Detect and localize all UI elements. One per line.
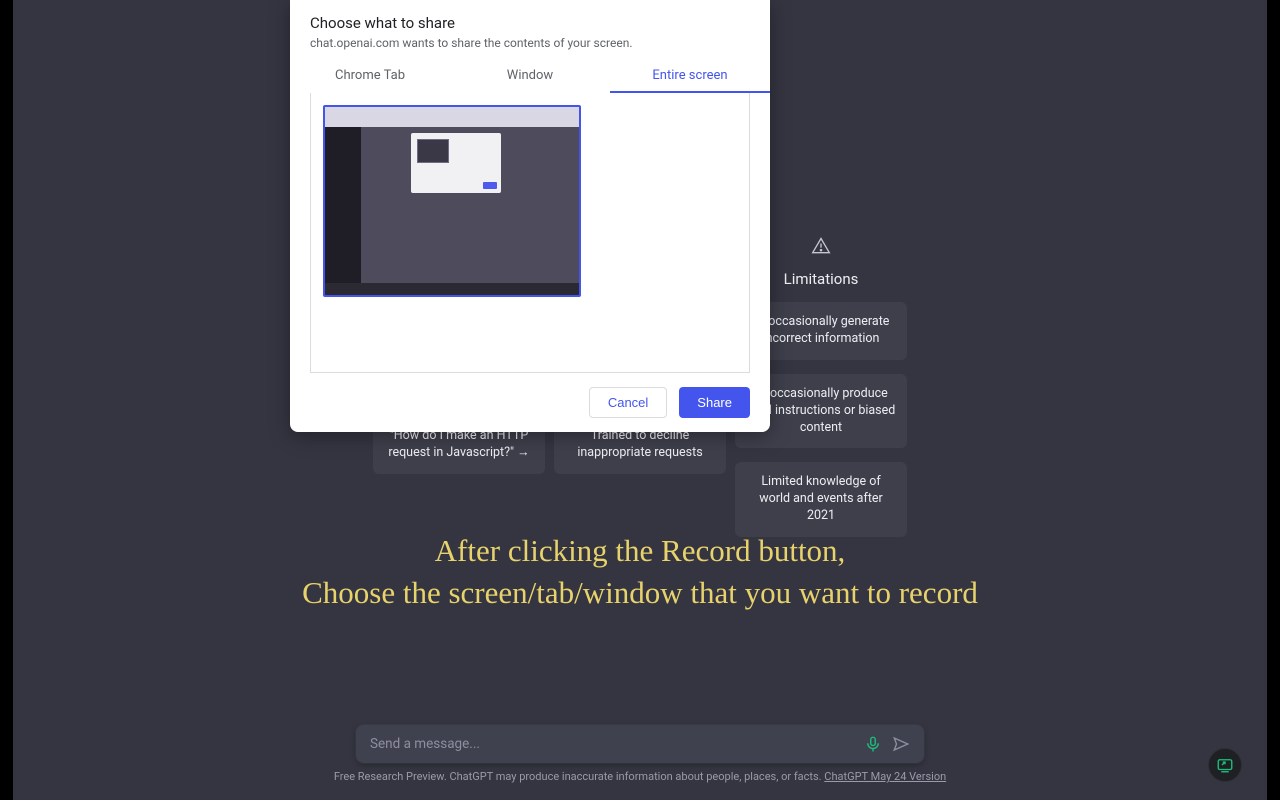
dialog-buttons: Cancel Share (290, 373, 770, 418)
instruction-text: After clicking the Record button, Choose… (0, 530, 1280, 614)
share-tabs: Chrome Tab Window Entire screen (290, 60, 770, 93)
tab-chrome-tab[interactable]: Chrome Tab (290, 60, 450, 93)
message-input[interactable]: Send a message... (356, 725, 924, 763)
record-button[interactable] (1208, 748, 1242, 782)
letterbox-right (1267, 0, 1280, 800)
tab-window[interactable]: Window (450, 60, 610, 93)
tab-entire-screen[interactable]: Entire screen (610, 60, 770, 93)
cancel-button[interactable]: Cancel (589, 387, 667, 418)
send-icon[interactable] (892, 735, 910, 753)
instruction-line-2: Choose the screen/tab/window that you wa… (0, 572, 1280, 614)
dialog-subtitle: chat.openai.com wants to share the conte… (290, 36, 770, 60)
limitations-title: Limitations (784, 270, 859, 288)
screen-share-dialog: Choose what to share chat.openai.com wan… (290, 0, 770, 432)
dialog-title: Choose what to share (290, 0, 770, 36)
record-screen-icon (1216, 756, 1234, 774)
footer-version-link[interactable]: ChatGPT May 24 Version (824, 770, 946, 783)
letterbox-left (0, 0, 13, 800)
instruction-line-1: After clicking the Record button, (0, 530, 1280, 572)
warning-icon (811, 236, 831, 256)
share-thumbnails (310, 93, 750, 373)
screen-thumbnail-selected[interactable] (323, 105, 581, 297)
share-button[interactable]: Share (679, 387, 750, 418)
limitation-card[interactable]: Limited knowledge of world and events af… (735, 462, 907, 537)
footer-disclaimer: Free Research Preview. ChatGPT may produ… (334, 770, 824, 783)
footer-text: Free Research Preview. ChatGPT may produ… (0, 770, 1280, 783)
message-placeholder: Send a message... (370, 736, 854, 752)
microphone-icon[interactable] (864, 735, 882, 753)
